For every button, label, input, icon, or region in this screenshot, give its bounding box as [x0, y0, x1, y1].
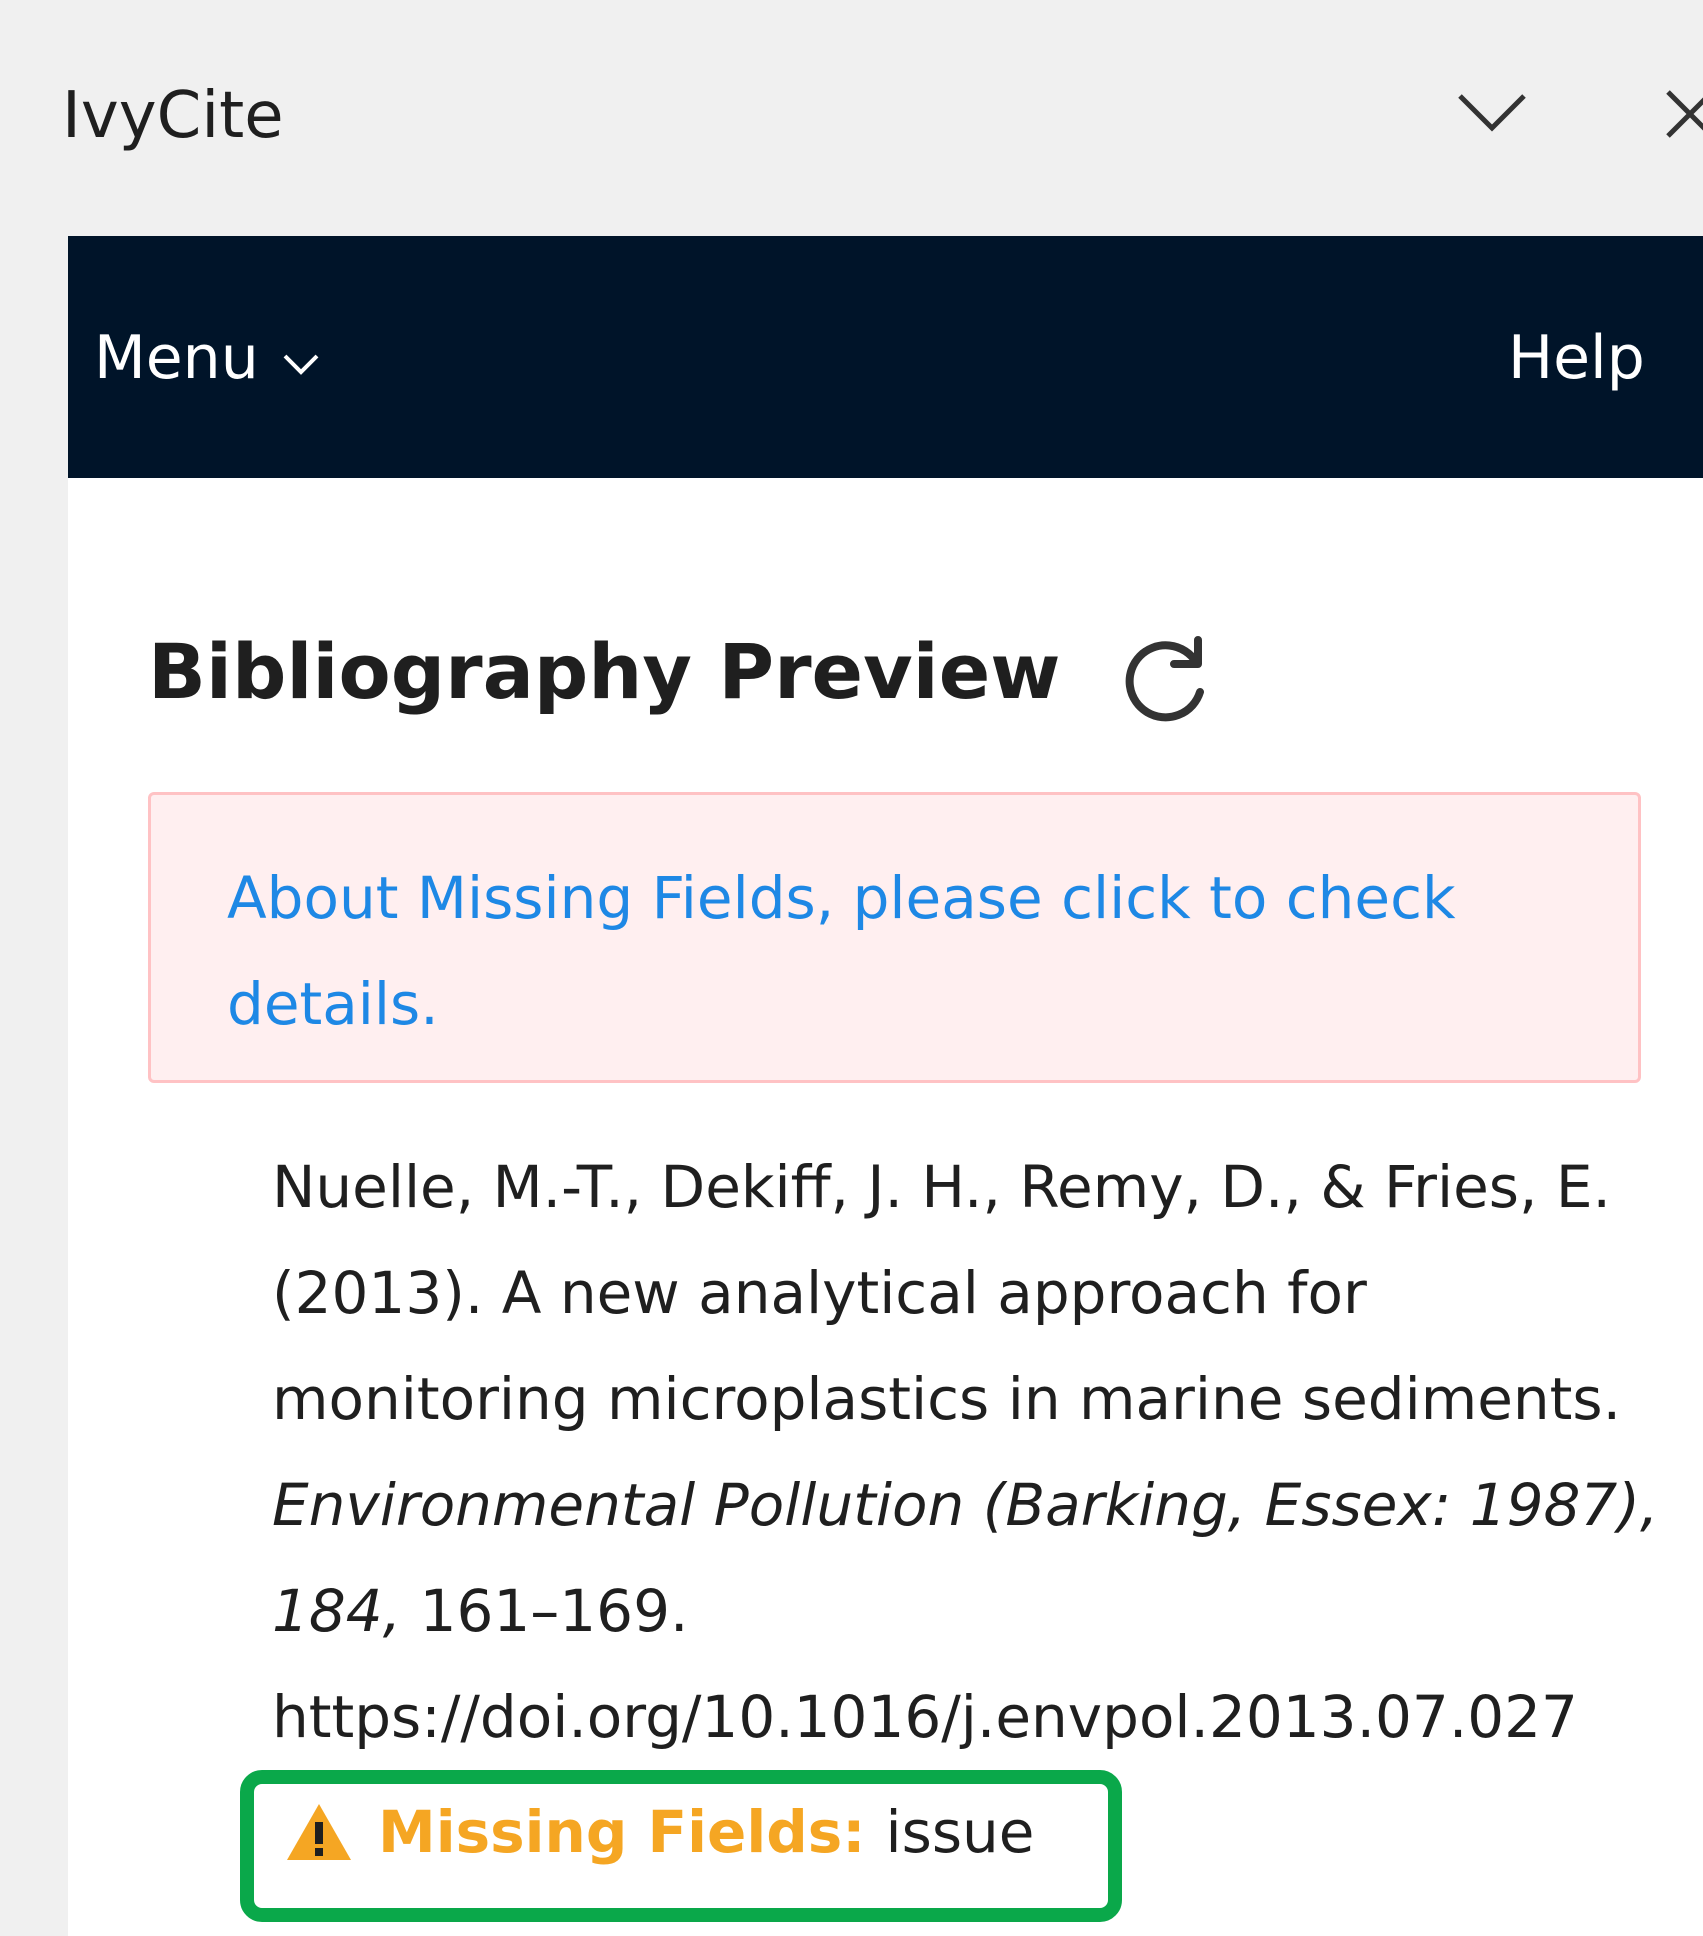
pane-close-button[interactable]	[1660, 84, 1703, 156]
ivycite-panel: Menu Help Bibliography Preview About Mis…	[68, 236, 1703, 1936]
page-title: Bibliography Preview	[148, 627, 1061, 716]
chevron-down-icon	[1458, 94, 1526, 132]
refresh-icon	[1125, 636, 1204, 722]
menu-button[interactable]: Menu	[94, 322, 321, 394]
close-icon	[1666, 90, 1703, 138]
missing-fields-details-link[interactable]: About Missing Fields, please click to ch…	[227, 845, 1562, 1057]
menu-label: Menu	[94, 323, 259, 393]
citation-pages: 161–169.	[419, 1577, 689, 1645]
missing-fields-alert: About Missing Fields, please click to ch…	[148, 792, 1641, 1083]
help-link[interactable]: Help	[1508, 322, 1645, 394]
citation-entry: Nuelle, M.-T., Dekiff, J. H., Remy, D., …	[272, 1134, 1692, 1770]
top-navbar: Menu Help	[68, 236, 1703, 478]
refresh-button[interactable]	[1118, 630, 1218, 730]
citation-doi: https://doi.org/10.1016/j.envpol.2013.07…	[272, 1683, 1578, 1751]
citation-authors-title: Nuelle, M.-T., Dekiff, J. H., Remy, D., …	[272, 1153, 1622, 1433]
pane-collapse-button[interactable]	[1452, 84, 1532, 156]
chevron-down-icon	[281, 323, 321, 393]
highlight-box	[240, 1770, 1122, 1922]
pane-title: IvyCite	[62, 79, 284, 153]
